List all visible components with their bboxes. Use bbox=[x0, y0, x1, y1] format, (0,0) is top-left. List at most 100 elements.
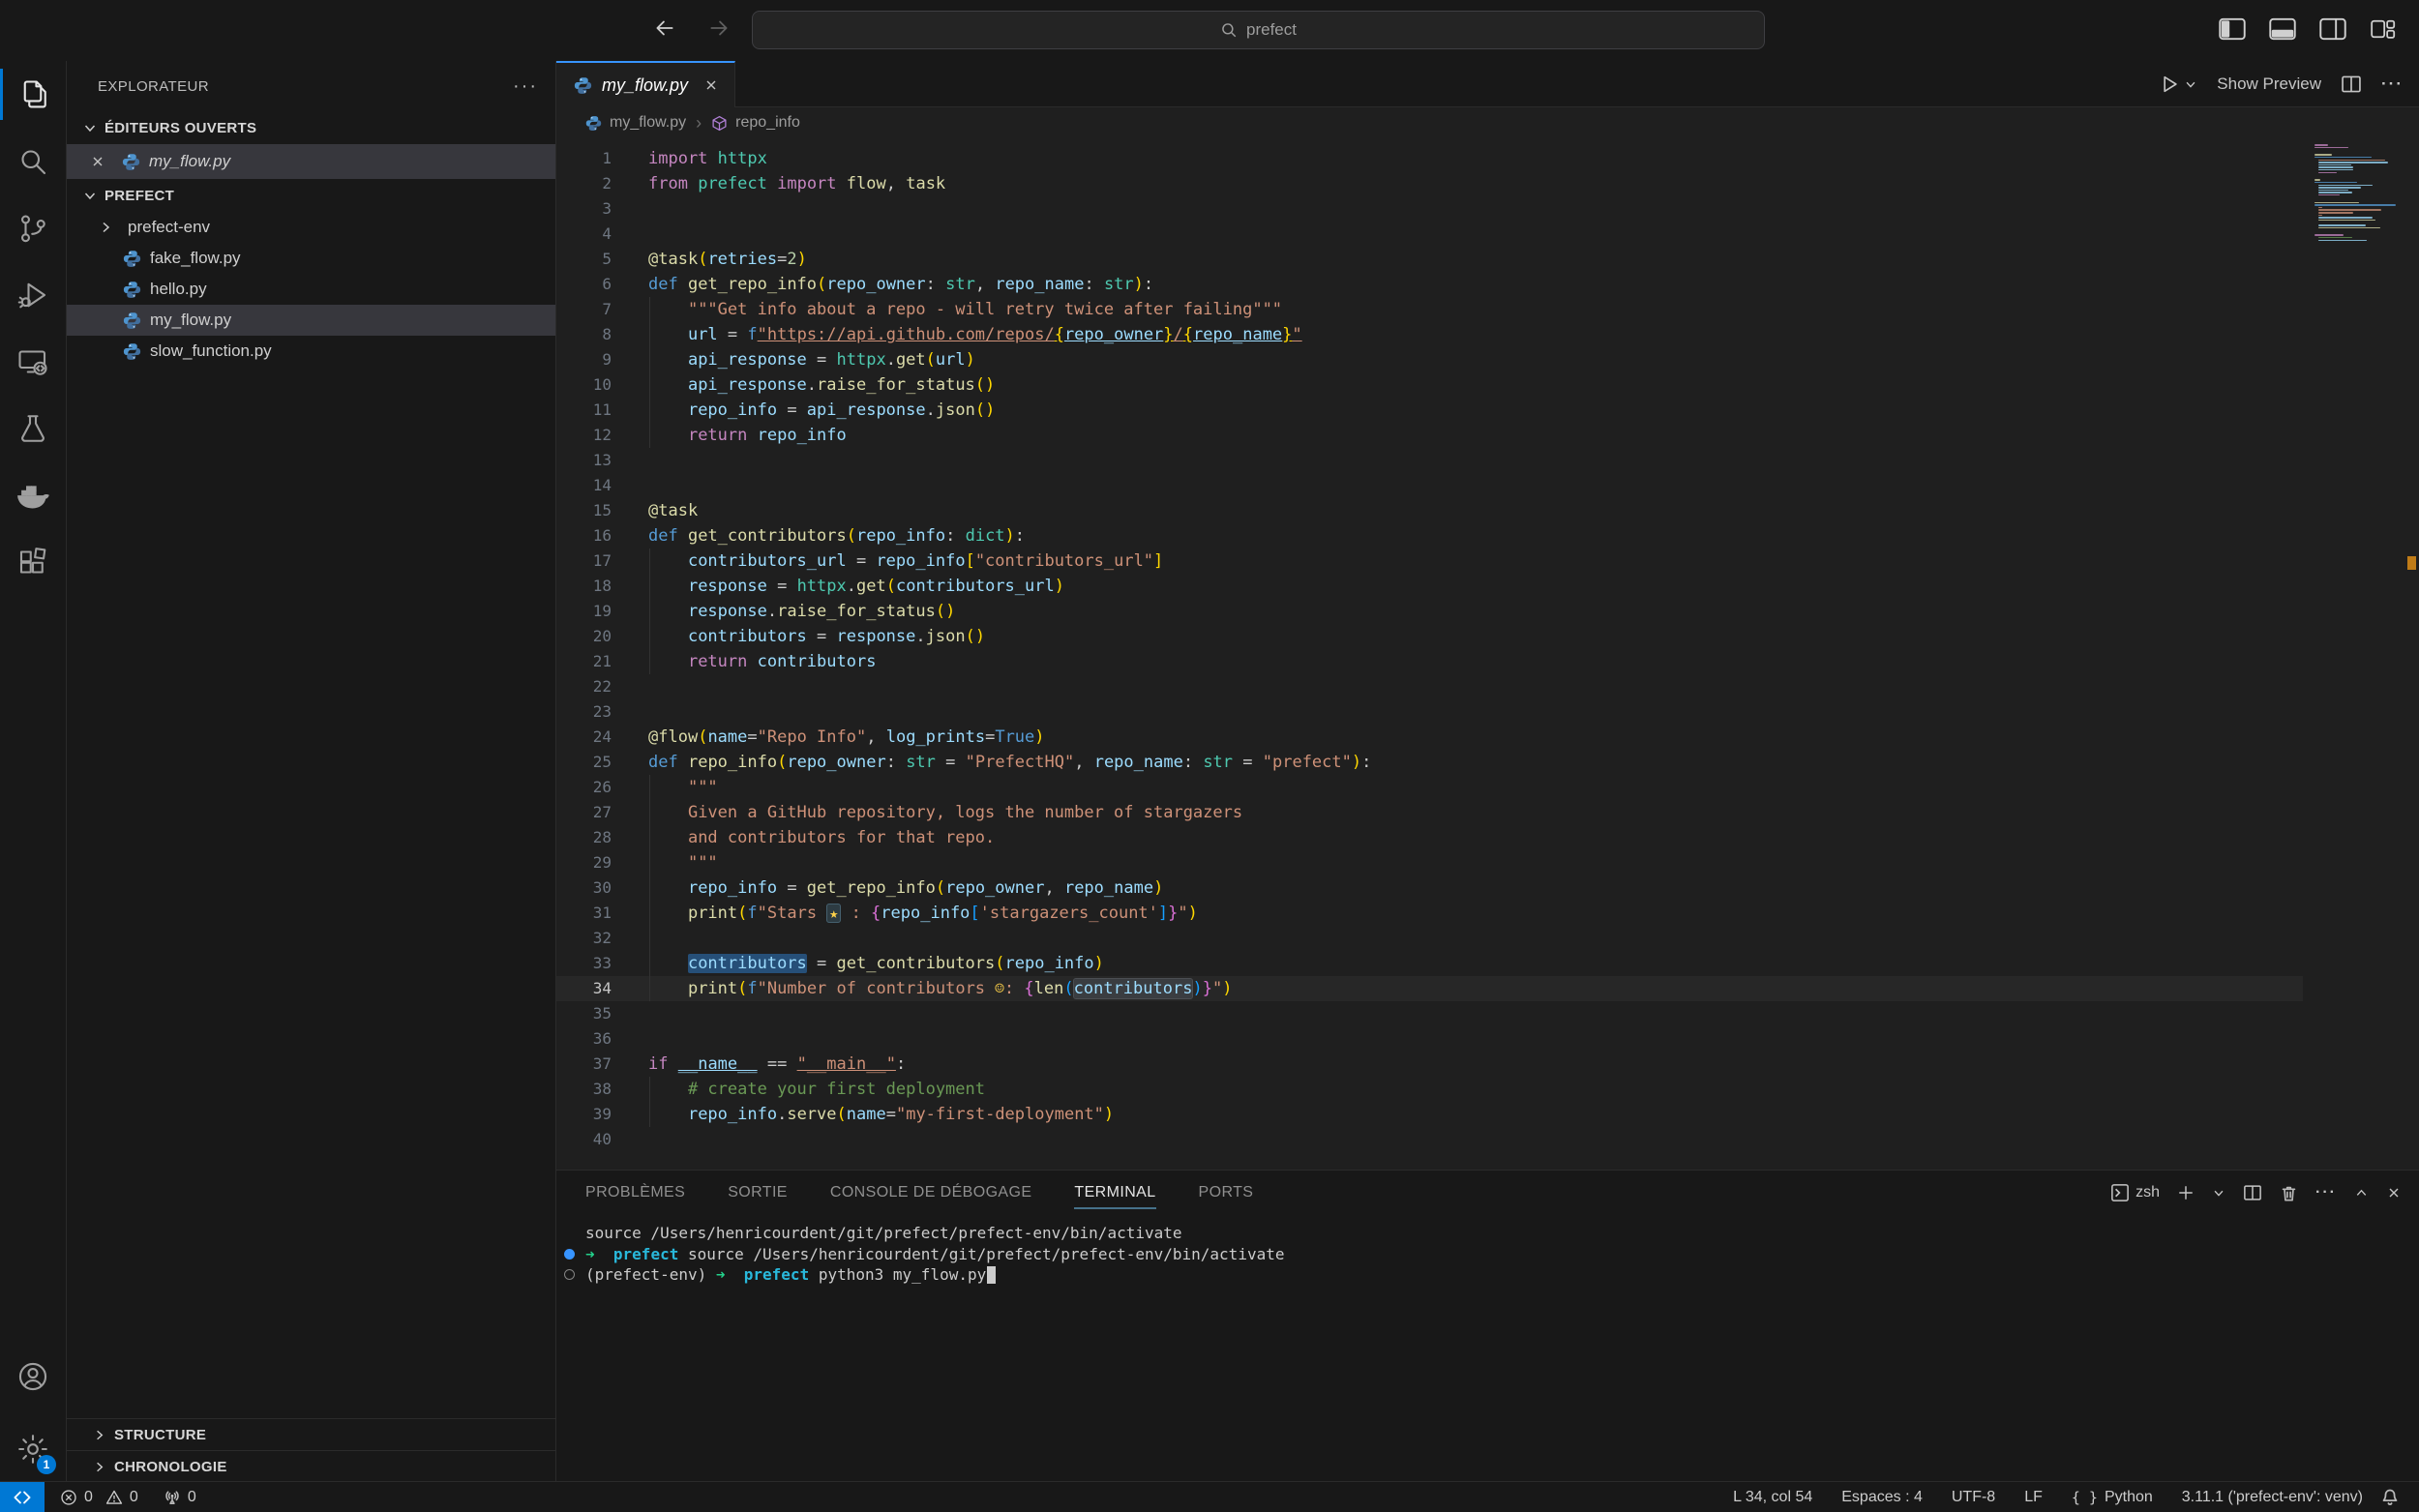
terminal-shell-selector[interactable]: zsh bbox=[2110, 1183, 2160, 1202]
status-item-python[interactable]: { }Python bbox=[2072, 1489, 2153, 1506]
panel-tab-console-de-d-bogage[interactable]: CONSOLE DE DÉBOGAGE bbox=[830, 1171, 1032, 1215]
code-token: : bbox=[886, 753, 906, 772]
code-token: and contributors for that repo. bbox=[688, 828, 995, 847]
chevron-right-icon bbox=[92, 1428, 106, 1442]
problems-status[interactable]: 0 0 bbox=[60, 1489, 138, 1506]
status-item-l-34-col-54[interactable]: L 34, col 54 bbox=[1733, 1489, 1812, 1506]
split-editor-icon[interactable] bbox=[2341, 74, 2362, 95]
section-structure[interactable]: STRUCTURE bbox=[67, 1418, 555, 1450]
minimap-line bbox=[2318, 240, 2366, 242]
explorer-more-actions[interactable]: ··· bbox=[513, 75, 538, 98]
toggle-panel-icon[interactable] bbox=[2268, 15, 2297, 44]
tree-item-fake-flow-py[interactable]: fake_flow.py bbox=[67, 243, 555, 274]
code-token: = bbox=[936, 753, 966, 772]
tree-item-my-flow-py[interactable]: my_flow.py bbox=[67, 305, 555, 336]
notifications-bell-icon[interactable] bbox=[2380, 1488, 2400, 1507]
close-panel-icon[interactable] bbox=[2386, 1185, 2402, 1201]
code-token: dict bbox=[966, 526, 1005, 546]
toggle-secondary-sidebar-icon[interactable] bbox=[2318, 15, 2347, 44]
close-editor-icon[interactable] bbox=[90, 154, 105, 169]
sidebar-item-remote-explorer[interactable] bbox=[0, 328, 66, 395]
panel-more-actions[interactable]: ··· bbox=[2315, 1184, 2337, 1201]
line-number: 29 bbox=[556, 850, 648, 875]
code-editor[interactable]: 1import httpx2from prefect import flow, … bbox=[556, 138, 2419, 1170]
status-item-utf-8[interactable]: UTF-8 bbox=[1952, 1489, 1995, 1506]
breadcrumb[interactable]: my_flow.py › repo_info bbox=[556, 107, 2419, 138]
terminal-text: source /Users/henricourdent/git/prefect/… bbox=[585, 1224, 1182, 1242]
code-token: import bbox=[777, 174, 836, 193]
debug-icon bbox=[15, 278, 50, 312]
terminal-dropdown-icon[interactable] bbox=[2212, 1186, 2225, 1200]
minimap-line bbox=[2314, 204, 2396, 206]
status-item-lf[interactable]: LF bbox=[2024, 1489, 2043, 1506]
tree-item-prefect-env[interactable]: prefect-env bbox=[67, 212, 555, 243]
chevron-right-icon bbox=[92, 1460, 106, 1474]
settings-button[interactable]: 1 bbox=[0, 1415, 66, 1482]
go-forward-button[interactable] bbox=[704, 14, 733, 43]
code-line-content: repo_info = api_response.json() bbox=[648, 398, 2303, 423]
code-token bbox=[648, 1080, 688, 1099]
line-number: 6 bbox=[556, 272, 648, 297]
status-item-3-11-1-prefect-env-venv-[interactable]: 3.11.1 ('prefect-env': venv) bbox=[2182, 1489, 2363, 1506]
code-line-content: """ bbox=[648, 850, 2303, 875]
code-token: repo_owner bbox=[1064, 325, 1163, 344]
tree-item-slow-function-py[interactable]: slow_function.py bbox=[67, 336, 555, 367]
code-line-content: contributors_url = repo_info["contributo… bbox=[648, 548, 2303, 574]
customize-layout-icon[interactable] bbox=[2369, 15, 2398, 44]
split-terminal-icon[interactable] bbox=[2243, 1183, 2262, 1202]
ports-status[interactable]: 0 bbox=[164, 1489, 196, 1506]
command-decoration-hollow[interactable] bbox=[564, 1269, 575, 1280]
sidebar-item-run-debug[interactable] bbox=[0, 261, 66, 328]
code-token: repo_name bbox=[1064, 878, 1153, 898]
kill-terminal-icon[interactable] bbox=[2280, 1184, 2298, 1202]
code-token: httpx bbox=[837, 350, 886, 370]
minimap-line bbox=[2318, 212, 2353, 214]
code-token: repo_info bbox=[688, 878, 777, 898]
maximize-panel-icon[interactable] bbox=[2354, 1186, 2369, 1201]
tab-my-flow[interactable]: my_flow.py bbox=[556, 61, 735, 107]
show-preview-button[interactable]: Show Preview bbox=[2217, 74, 2321, 94]
panel-tab-ports[interactable]: PORTS bbox=[1199, 1171, 1254, 1215]
run-dropdown-icon[interactable] bbox=[2184, 77, 2197, 91]
new-terminal-icon[interactable] bbox=[2177, 1184, 2195, 1201]
sidebar-item-explorer[interactable] bbox=[0, 61, 66, 128]
panel-tab-terminal[interactable]: TERMINAL bbox=[1074, 1171, 1155, 1215]
sidebar-item-testing[interactable] bbox=[0, 395, 66, 461]
breadcrumb-file[interactable]: my_flow.py bbox=[610, 114, 686, 132]
panel-tab-probl-mes[interactable]: PROBLÈMES bbox=[585, 1171, 685, 1215]
go-back-button[interactable] bbox=[650, 14, 679, 43]
sidebar-item-extensions[interactable] bbox=[0, 528, 66, 595]
code-token: ) bbox=[1094, 954, 1104, 973]
editor-more-actions[interactable]: ··· bbox=[2381, 74, 2404, 94]
sidebar-item-docker[interactable] bbox=[0, 461, 66, 528]
minimap[interactable] bbox=[2314, 144, 2404, 245]
code-token: : bbox=[1183, 753, 1203, 772]
run-python-file-button[interactable] bbox=[2159, 74, 2197, 95]
command-decoration-filled[interactable] bbox=[564, 1249, 575, 1260]
code-line: 7 """Get info about a repo - will retry … bbox=[556, 297, 2303, 322]
status-item-espaces-4[interactable]: Espaces : 4 bbox=[1841, 1489, 1923, 1506]
line-number: 3 bbox=[556, 196, 648, 222]
line-number: 28 bbox=[556, 825, 648, 850]
sidebar-item-source-control[interactable] bbox=[0, 194, 66, 261]
accounts-button[interactable] bbox=[0, 1343, 66, 1409]
open-editor-item[interactable]: my_flow.py bbox=[67, 144, 555, 179]
breadcrumb-symbol[interactable]: repo_info bbox=[735, 114, 800, 132]
radio-tower-icon bbox=[164, 1489, 181, 1506]
code-token bbox=[648, 652, 688, 671]
code-line-content bbox=[648, 1001, 2303, 1026]
remote-indicator[interactable] bbox=[0, 1482, 45, 1512]
toggle-sidebar-icon[interactable] bbox=[2218, 15, 2247, 44]
ports-count: 0 bbox=[188, 1489, 196, 1506]
close-tab-icon[interactable] bbox=[703, 77, 719, 93]
code-token: def bbox=[648, 526, 678, 546]
code-token: return bbox=[688, 426, 747, 445]
open-editors-section-header[interactable]: ÉDITEURS OUVERTS bbox=[67, 111, 555, 144]
section-chronologie[interactable]: CHRONOLOGIE bbox=[67, 1450, 555, 1482]
panel-tab-sortie[interactable]: SORTIE bbox=[728, 1171, 788, 1215]
command-center-search[interactable]: prefect bbox=[752, 11, 1765, 49]
terminal[interactable]: source /Users/henricourdent/git/prefect/… bbox=[556, 1215, 2419, 1482]
tree-item-hello-py[interactable]: hello.py bbox=[67, 274, 555, 305]
sidebar-item-search[interactable] bbox=[0, 128, 66, 194]
project-section-header[interactable]: PREFECT bbox=[67, 179, 555, 212]
